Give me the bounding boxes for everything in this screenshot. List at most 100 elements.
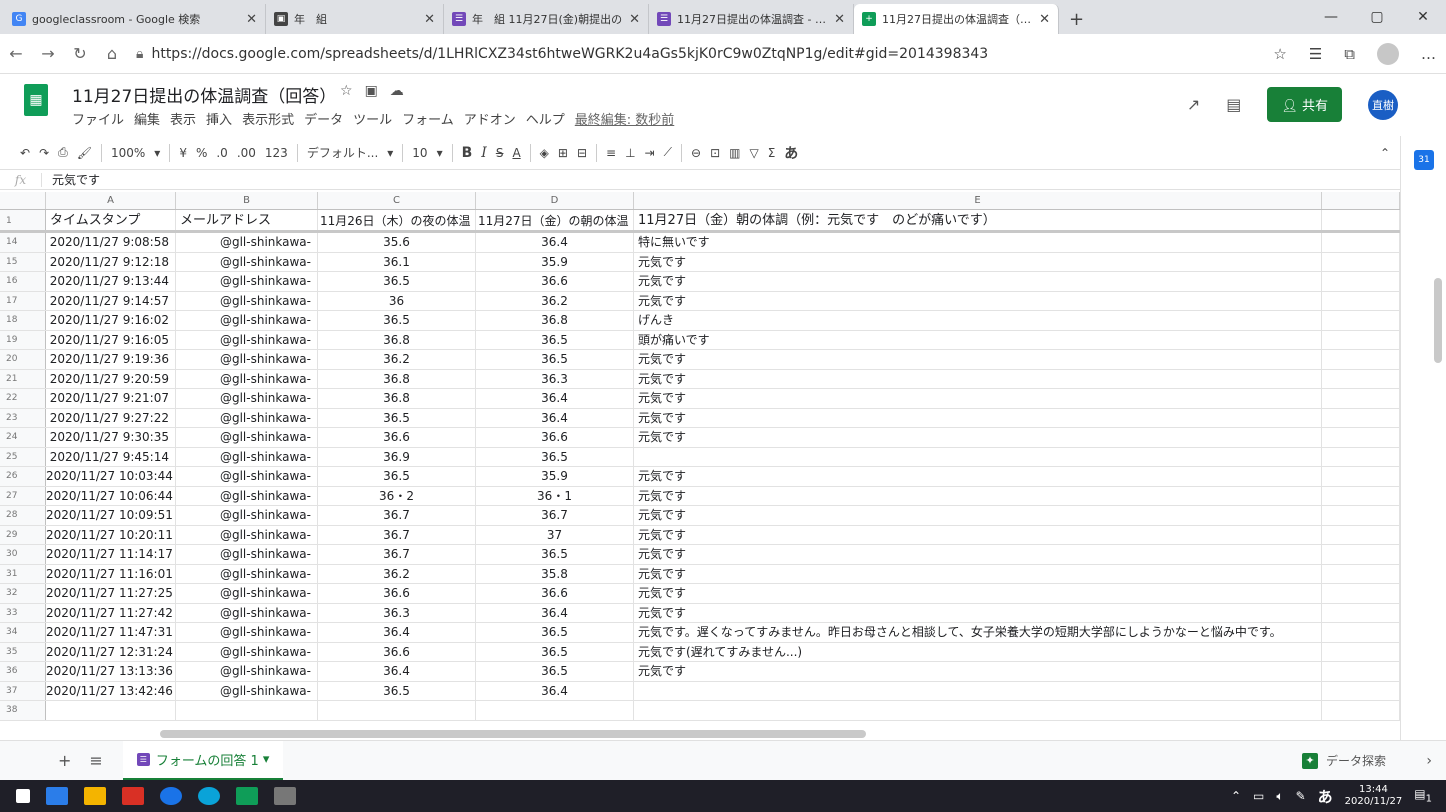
cell[interactable]: @gll-shinkawa- [176,447,318,466]
cell[interactable] [318,701,476,720]
row-number[interactable]: 27 [0,486,46,505]
cell[interactable]: @gll-shinkawa- [176,642,318,661]
cell[interactable]: 36.5 [476,350,634,369]
cell[interactable]: 11月27日（金）の朝の体温 [476,210,634,230]
add-sheet-icon[interactable]: + [58,751,71,770]
cell[interactable]: 36.3 [476,369,634,388]
cell[interactable]: 36.5 [476,623,634,642]
cell[interactable]: @gll-shinkawa- [176,467,318,486]
cell[interactable]: 元気です [634,545,1322,564]
row-number[interactable]: 36 [0,662,46,681]
camera-icon[interactable] [274,787,296,805]
url-field[interactable]: 🔒︎ https://docs.google.com/spreadsheets/… [136,40,996,68]
cell[interactable]: 2020/11/27 12:31:24 [46,642,176,661]
cell[interactable] [634,681,1322,700]
cell[interactable] [634,447,1322,466]
cell[interactable]: 元気です [634,428,1322,447]
cell[interactable]: 元気です [634,564,1322,583]
cell[interactable] [1322,350,1400,369]
cell[interactable] [1322,272,1400,291]
cell[interactable]: 36.5 [476,330,634,349]
network-icon[interactable]: ▭ [1253,789,1264,803]
row-number[interactable]: 21 [0,369,46,388]
cell[interactable]: @gll-shinkawa- [176,662,318,681]
cell[interactable]: 2020/11/27 9:16:05 [46,330,176,349]
collapse-toolbar-icon[interactable]: ⌃ [1380,146,1390,160]
sheet-tab[interactable]: ☰ フォームの回答 1 ▾ [122,740,284,781]
favorite-star-icon[interactable]: ☆ [1273,45,1286,63]
cell[interactable]: 36.5 [318,408,476,427]
fill-color-icon[interactable]: ◈ [540,146,549,160]
favorites-icon[interactable]: ☰ [1309,45,1322,63]
cell[interactable]: 11月26日（木）の夜の体温 [318,210,476,230]
row-number[interactable]: 30 [0,545,46,564]
cell[interactable]: 36.6 [318,584,476,603]
close-tab-icon[interactable]: ✕ [834,12,845,27]
cell[interactable] [1322,311,1400,330]
cell[interactable]: 2020/11/27 9:20:59 [46,369,176,388]
cell[interactable]: 頭が痛いです [634,330,1322,349]
row-number[interactable]: 20 [0,350,46,369]
menu-item[interactable]: フォーム [402,109,454,128]
last-edit-link[interactable]: 最終編集: 数秒前 [575,109,675,128]
cell[interactable]: 2020/11/27 13:42:46 [46,681,176,700]
italic-button[interactable]: I [481,145,487,161]
star-icon[interactable]: ☆ [340,83,353,99]
menu-item[interactable]: 表示 [170,109,196,128]
increase-decimal-button[interactable]: .00 [237,146,256,160]
column-header[interactable]: E [634,192,1322,209]
row-number[interactable]: 32 [0,584,46,603]
menu-item[interactable]: アドオン [464,109,516,128]
cell[interactable]: @gll-shinkawa- [176,330,318,349]
cell[interactable]: 36.6 [318,428,476,447]
cell[interactable]: 36.3 [318,603,476,622]
cell[interactable]: 元気です [634,506,1322,525]
cell[interactable] [1322,467,1400,486]
cell[interactable] [1322,233,1400,252]
cell[interactable]: 36・1 [476,486,634,505]
cell[interactable] [1322,447,1400,466]
align-horizontal-icon[interactable]: ≡ [606,146,616,160]
cell[interactable]: 36.6 [476,584,634,603]
menu-item[interactable]: 挿入 [206,109,232,128]
cell[interactable]: 35.9 [476,467,634,486]
cell[interactable]: 2020/11/27 10:09:51 [46,506,176,525]
cell[interactable]: 元気です [634,584,1322,603]
row-number[interactable]: 18 [0,311,46,330]
row-number[interactable]: 23 [0,408,46,427]
close-tab-icon[interactable]: ✕ [424,12,435,27]
bold-button[interactable]: B [462,145,473,161]
activity-trend-icon[interactable]: ↗ [1187,95,1200,114]
ie-icon[interactable] [160,787,182,805]
doc-title[interactable]: 11月27日提出の体温調査（回答） [72,82,336,107]
cell[interactable]: メールアドレス [176,210,318,230]
merge-cells-icon[interactable]: ⊟ [577,146,587,160]
row-number[interactable]: 37 [0,681,46,700]
notification-icon[interactable]: ▤1 [1414,787,1432,804]
cell[interactable]: 35.9 [476,252,634,271]
cell[interactable]: 36.5 [476,447,634,466]
text-rotate-icon[interactable]: ⟋ [664,145,672,160]
cell[interactable]: 2020/11/27 9:27:22 [46,408,176,427]
text-wrap-icon[interactable]: ⇥ [645,146,655,160]
print-icon[interactable]: ⎙ [58,145,68,160]
zoom-select[interactable]: 100% [111,146,145,160]
cell[interactable]: 36.5 [318,272,476,291]
cell[interactable]: 2020/11/27 13:13:36 [46,662,176,681]
cell[interactable]: 2020/11/27 9:19:36 [46,350,176,369]
cell[interactable]: 36.8 [476,311,634,330]
cell[interactable]: 元気です [634,408,1322,427]
insert-link-icon[interactable]: ⊖ [691,146,701,160]
cell[interactable]: 36.4 [476,233,634,252]
cell[interactable]: @gll-shinkawa- [176,350,318,369]
all-sheets-icon[interactable]: ≡ [89,751,102,770]
cell[interactable] [1322,564,1400,583]
row-number[interactable]: 29 [0,525,46,544]
menu-item[interactable]: ヘルプ [526,109,565,128]
close-tab-icon[interactable]: ✕ [1039,12,1050,27]
input-tools-button[interactable]: あ [784,143,798,163]
cell[interactable]: 2020/11/27 9:12:18 [46,252,176,271]
cell[interactable]: 2020/11/27 11:27:42 [46,603,176,622]
sheets-logo-icon[interactable]: ▦ [24,84,48,116]
cell[interactable]: 2020/11/27 11:14:17 [46,545,176,564]
